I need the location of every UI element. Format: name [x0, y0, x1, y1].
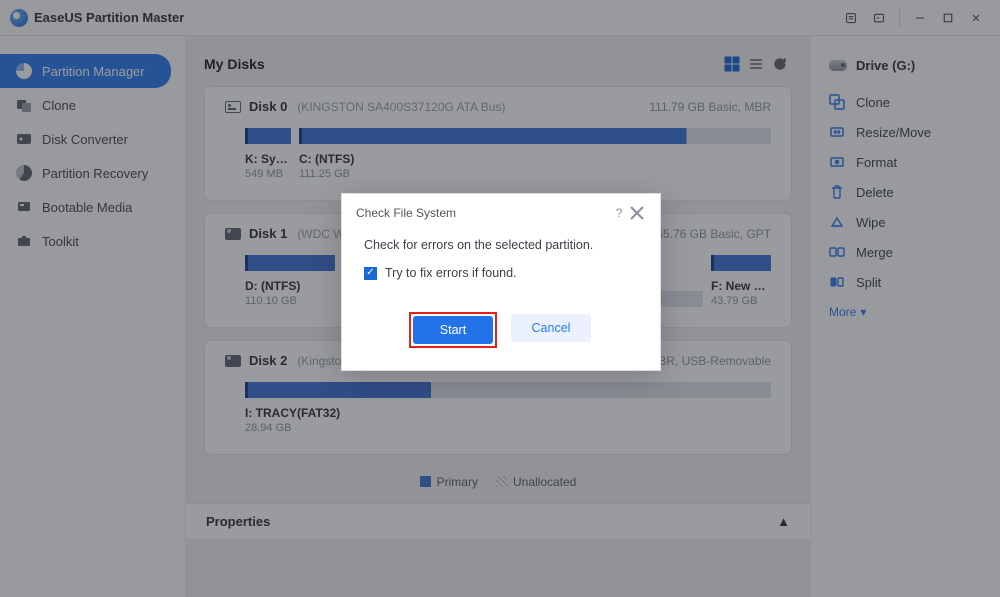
- checkbox-label: Try to fix errors if found.: [385, 266, 517, 280]
- dialog-help-button[interactable]: ?: [610, 204, 628, 222]
- dialog-message: Check for errors on the selected partiti…: [364, 238, 638, 252]
- fix-errors-checkbox[interactable]: ✓ Try to fix errors if found.: [364, 266, 638, 280]
- dialog-close-button[interactable]: [628, 204, 646, 222]
- checkbox-checked-icon: ✓: [364, 267, 377, 280]
- start-button[interactable]: Start: [413, 316, 493, 344]
- dialog-title: Check File System: [356, 206, 456, 220]
- start-button-highlight: Start: [409, 312, 497, 348]
- check-file-system-dialog: Check File System ? Check for errors on …: [341, 193, 661, 371]
- cancel-button[interactable]: Cancel: [511, 314, 591, 342]
